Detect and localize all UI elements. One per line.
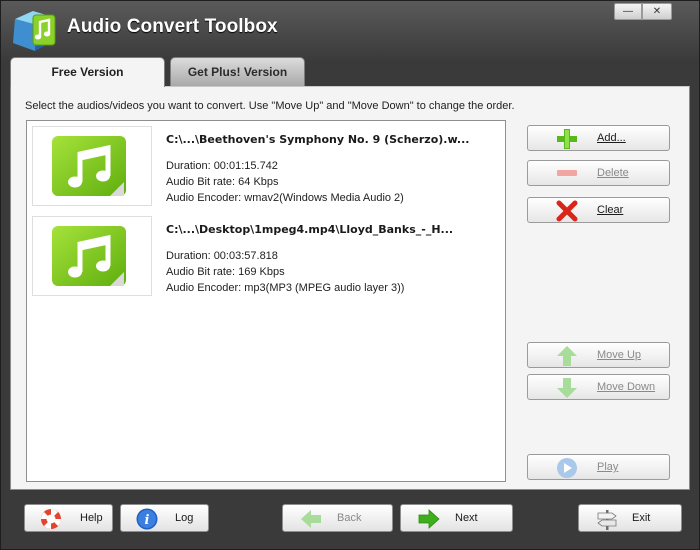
move-down-button[interactable]: Move Down	[527, 374, 670, 400]
title-bar[interactable]: Audio Convert Toolbox — ✕	[1, 1, 699, 56]
minus-icon	[556, 163, 578, 185]
music-cube-icon	[9, 7, 59, 53]
clear-button-label: Clear	[597, 204, 624, 216]
add-button[interactable]: Add...	[527, 125, 670, 151]
delete-button[interactable]: Delete	[527, 160, 670, 186]
file-bitrate: Audio Bit rate: 64 Kbps	[166, 176, 279, 188]
music-note-icon	[32, 126, 152, 206]
file-list[interactable]: C:\...\Beethoven's Symphony No. 9 (Scher…	[26, 120, 506, 482]
instruction-text: Select the audios/videos you want to con…	[25, 100, 515, 112]
play-button-label: Play	[597, 461, 619, 473]
down-arrow-icon	[556, 377, 578, 399]
svg-text:i: i	[145, 513, 150, 528]
add-button-label: Add...	[597, 132, 626, 144]
file-bitrate: Audio Bit rate: 169 Kbps	[166, 266, 285, 278]
plus-icon	[556, 128, 578, 150]
back-button[interactable]: Back	[282, 504, 393, 532]
app-window: Audio Convert Toolbox — ✕ Free Version G…	[0, 0, 700, 550]
log-button[interactable]: i Log	[120, 504, 209, 532]
app-title: Audio Convert Toolbox	[67, 16, 278, 37]
file-encoder: Audio Encoder: wmav2(Windows Media Audio…	[166, 192, 404, 204]
music-note-icon	[32, 216, 152, 296]
info-icon: i	[135, 507, 159, 531]
red-x-icon	[556, 200, 578, 222]
back-button-label: Back	[337, 512, 362, 524]
play-icon	[556, 457, 578, 479]
clear-button[interactable]: Clear	[527, 197, 670, 223]
move-down-button-label: Move Down	[597, 381, 656, 393]
file-name: C:\...\Beethoven's Symphony No. 9 (Scher…	[166, 133, 470, 146]
minimize-button[interactable]: —	[614, 3, 642, 20]
list-item[interactable]: C:\...\Desktop\1mpeg4.mp4\Lloyd_Banks_-_…	[32, 216, 502, 296]
file-duration: Duration: 00:01:15.742	[166, 160, 278, 172]
log-button-label: Log	[175, 512, 194, 524]
file-encoder: Audio Encoder: mp3(MP3 (MPEG audio layer…	[166, 282, 405, 294]
file-name: C:\...\Desktop\1mpeg4.mp4\Lloyd_Banks_-_…	[166, 223, 454, 236]
list-item[interactable]: C:\...\Beethoven's Symphony No. 9 (Scher…	[32, 126, 502, 206]
lifebuoy-icon	[39, 507, 63, 531]
delete-button-label: Delete	[597, 167, 629, 179]
tab-free-version[interactable]: Free Version	[10, 57, 165, 87]
close-button[interactable]: ✕	[642, 3, 672, 20]
exit-button[interactable]: Exit	[578, 504, 682, 532]
signpost-icon	[595, 507, 619, 531]
right-arrow-icon	[417, 507, 441, 531]
next-button-label: Next	[455, 512, 478, 524]
left-arrow-icon	[299, 507, 323, 531]
file-duration: Duration: 00:03:57.818	[166, 250, 278, 262]
play-button[interactable]: Play	[527, 454, 670, 480]
exit-button-label: Exit	[632, 512, 651, 524]
main-panel: Select the audios/videos you want to con…	[10, 86, 690, 490]
tab-get-plus-version[interactable]: Get Plus! Version	[170, 57, 305, 86]
up-arrow-icon	[556, 345, 578, 367]
move-up-button[interactable]: Move Up	[527, 342, 670, 368]
help-button[interactable]: Help	[24, 504, 113, 532]
next-button[interactable]: Next	[400, 504, 513, 532]
help-button-label: Help	[80, 512, 103, 524]
move-up-button-label: Move Up	[597, 349, 642, 361]
